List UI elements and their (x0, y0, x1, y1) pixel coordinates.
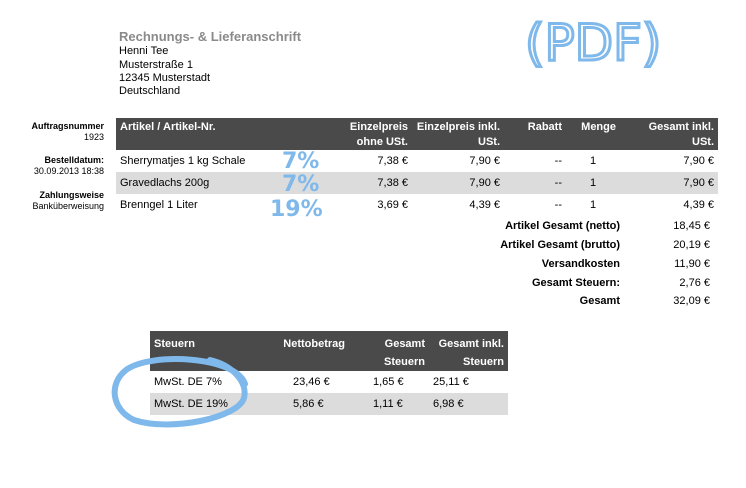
address-street: Musterstraße 1 (119, 59, 193, 71)
item-total: 4,39 € (683, 199, 714, 211)
item-qty: 1 (589, 199, 597, 211)
address-title: Rechnungs- & Lieferanschrift (119, 29, 302, 44)
header-discount: Rabatt (504, 118, 566, 150)
table-row: Gravedlachs 200g 7,38 € 7,90 € -- 1 7,90… (116, 172, 718, 194)
items-header-row: Artikel / Artikel-Nr. Einzelpreis ohne US… (116, 118, 718, 150)
header-unit-net: Einzelpreis ohne USt. (342, 118, 412, 150)
tax-total-label: Gesamt Steuern: (531, 277, 620, 289)
grand-total-label: Gesamt (579, 295, 620, 307)
item-qty: 1 (589, 155, 597, 167)
header-unit-gross: Einzelpreis inkl. USt. (412, 118, 504, 150)
item-qty: 1 (566, 172, 620, 194)
item-article: Gravedlachs 200g (116, 172, 342, 194)
items-table: Artikel / Artikel-Nr. Einzelpreis ohne US… (116, 118, 718, 216)
item-unit-net: 7,38 € (342, 172, 412, 194)
tax-name: MwSt. DE 7% (154, 376, 222, 388)
item-discount: -- (554, 155, 562, 167)
payment-value: Banküberweisung (32, 201, 104, 211)
table-row: Sherrymatjes 1 kg Schale 7,38 € 7,90 € -… (116, 150, 718, 172)
tax-header-gross: Gesamt inkl. Steuern (429, 331, 508, 371)
order-number-value: 1923 (83, 132, 104, 142)
address-name: Henni Tee (119, 45, 169, 57)
tax-amount: 1,65 € (373, 376, 404, 388)
address-city: 12345 Musterstadt (119, 72, 211, 84)
order-date-value: 30.09.2013 18:38 (33, 166, 104, 176)
payment-label: Zahlungsweise (39, 190, 104, 200)
payment-block: Zahlungsweise Banküberweisung (32, 190, 104, 212)
order-date-block: Bestelldatum: 30.09.2013 18:38 (34, 155, 104, 177)
item-article: Brenngel 1 Liter (120, 199, 198, 211)
table-row: MwSt. DE 7% 23,46 € 1,65 € 25,11 € (150, 371, 508, 393)
item-unit-gross: 7,90 € (469, 155, 500, 167)
item-total: 7,90 € (620, 172, 718, 194)
tax-table: Steuern Nettobetrag Gesamt Steuern Gesamt… (150, 331, 508, 415)
address-country: Deutschland (119, 85, 181, 97)
order-number-label: Auftragsnummer (31, 121, 104, 131)
tax-header-net: Nettobetrag (269, 331, 349, 371)
item-unit-gross: 4,39 € (469, 199, 500, 211)
order-date-label: Bestelldatum: (44, 155, 104, 165)
tax-name: MwSt. DE 19% (150, 393, 269, 415)
shipping-label: Versandkosten (541, 258, 620, 270)
total-gross-label: Artikel Gesamt (brutto) (500, 239, 620, 251)
table-row: Brenngel 1 Liter 3,69 € 4,39 € -- 1 4,39… (116, 194, 718, 216)
table-row: MwSt. DE 19% 5,86 € 1,11 € 6,98 € (150, 393, 508, 415)
item-article: Sherrymatjes 1 kg Schale (120, 155, 246, 167)
total-net-value: 18,45 € (673, 220, 710, 232)
tax-gross: 25,11 € (433, 376, 469, 388)
item-unit-net: 7,38 € (377, 155, 408, 167)
tax-net: 5,86 € (269, 393, 349, 415)
tax-gross: 6,98 € (429, 393, 508, 415)
item-unit-gross: 7,90 € (412, 172, 504, 194)
tax-total-value: 2,76 € (679, 277, 710, 289)
header-qty: Menge (566, 118, 620, 150)
total-gross-value: 20,19 € (673, 239, 710, 251)
shipping-value: 11,90 € (674, 258, 710, 270)
tax-header-name: Steuern (150, 331, 269, 371)
header-article: Artikel / Artikel-Nr. (116, 118, 342, 150)
tax-net: 23,46 € (293, 376, 330, 388)
grand-total-value: 32,09 € (673, 295, 710, 307)
tax-header-row: Steuern Nettobetrag Gesamt Steuern Gesamt… (150, 331, 508, 371)
pdf-note: (PDF) (525, 14, 661, 72)
item-discount: -- (504, 172, 566, 194)
item-unit-net: 3,69 € (377, 199, 408, 211)
tax-header-tax-total: Gesamt Steuern (349, 331, 429, 371)
item-total: 7,90 € (683, 155, 714, 167)
header-total: Gesamt inkl. USt. (620, 118, 718, 150)
order-number-block: Auftragsnummer 1923 (31, 121, 104, 143)
total-net-label: Artikel Gesamt (netto) (505, 220, 620, 232)
tax-amount: 1,11 € (349, 393, 429, 415)
item-discount: -- (554, 199, 562, 211)
